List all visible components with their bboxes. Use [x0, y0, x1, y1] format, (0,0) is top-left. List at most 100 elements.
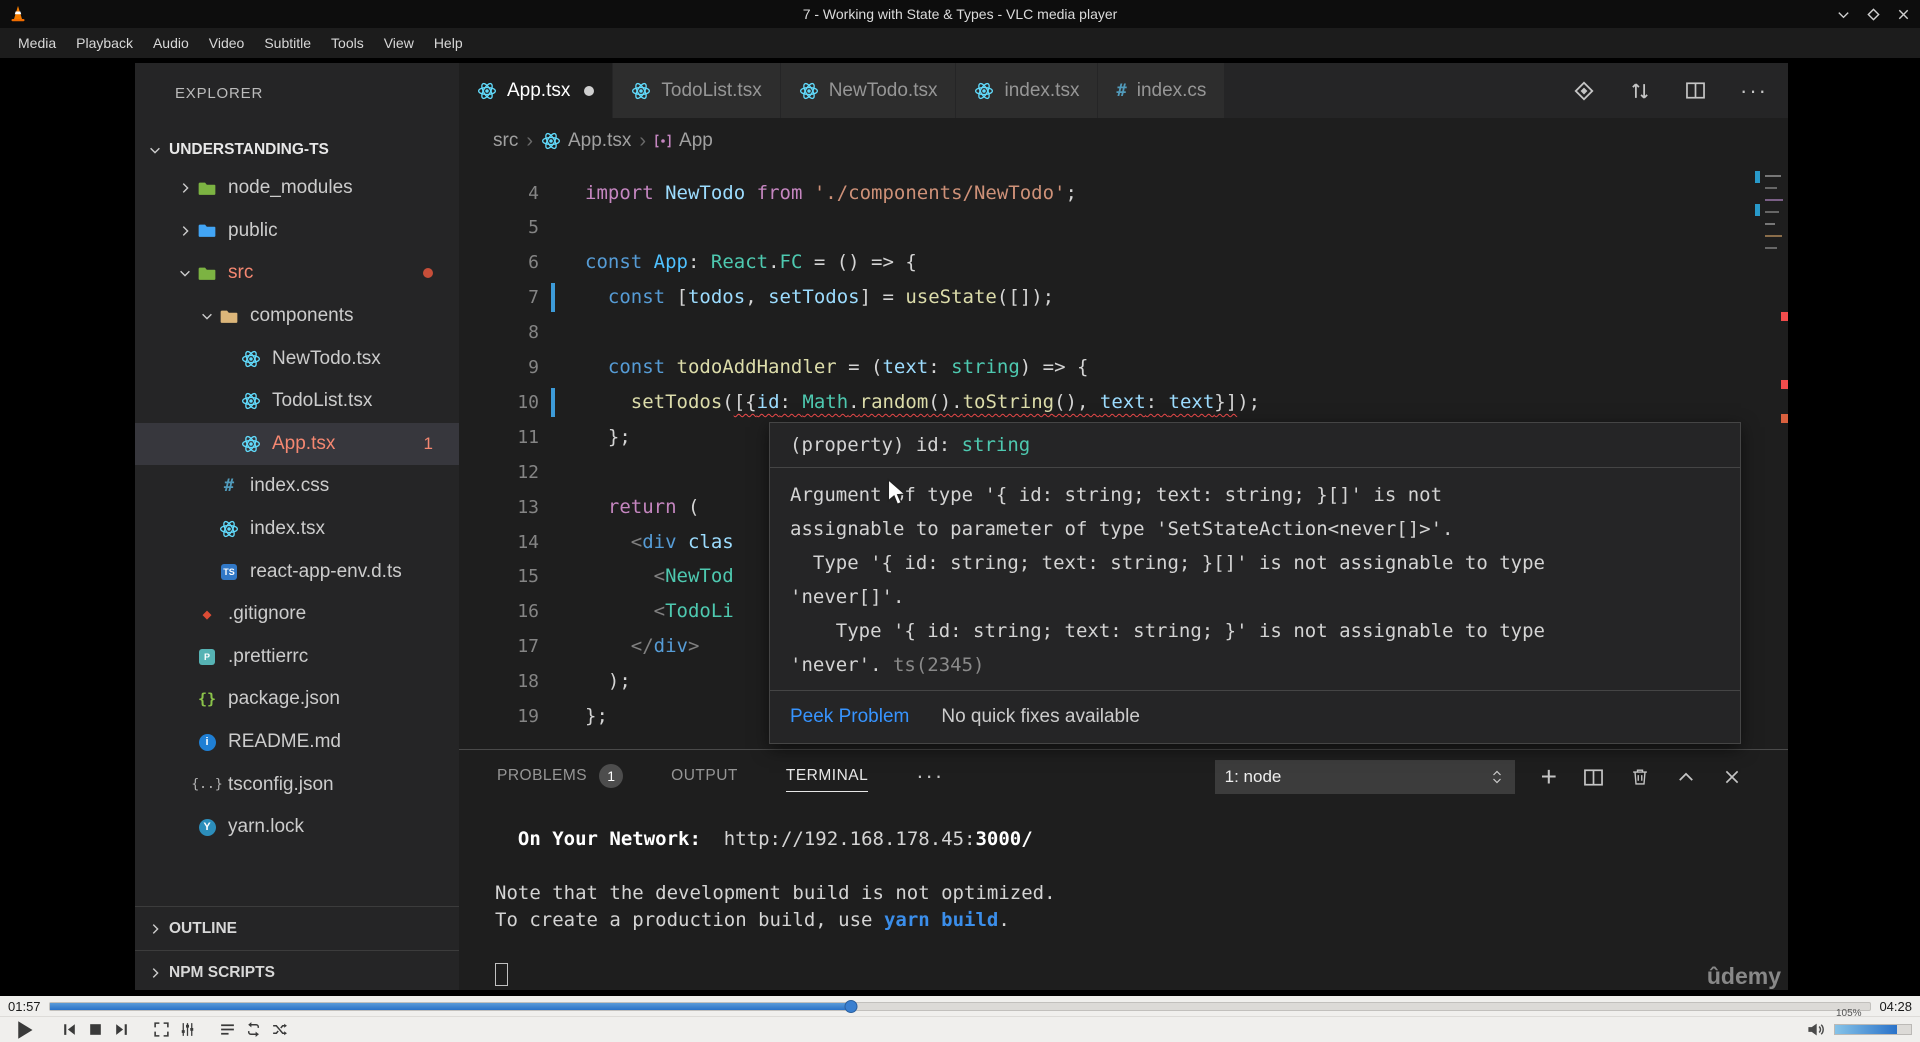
panel-tab-bar: PROBLEMS 1 OUTPUT TERMINAL ··· [497, 762, 944, 796]
tree-item-package-json[interactable]: {} package.json [135, 678, 459, 721]
tree-item-gitignore[interactable]: ◆ .gitignore [135, 593, 459, 636]
bottom-panel: PROBLEMS 1 OUTPUT TERMINAL ··· 1: node + On Y… [459, 749, 1788, 990]
tab-label: index.tsx [1004, 79, 1080, 101]
line-number: 14 [517, 531, 539, 553]
explorer-header: EXPLORER [175, 85, 264, 102]
line-number: 11 [517, 426, 539, 448]
elapsed-time: 01:57 [8, 998, 41, 1014]
peek-problem-link[interactable]: Peek Problem [790, 706, 909, 728]
line-number: 17 [517, 636, 539, 658]
tab-todolist-tsx[interactable]: TodoList.tsx [613, 63, 781, 118]
panel-tab-problems[interactable]: PROBLEMS 1 [497, 764, 624, 794]
tab-index-cs[interactable]: # index.cs [1098, 63, 1226, 118]
tree-item-app-tsx[interactable]: App.tsx 1 [135, 422, 459, 466]
tree-item-todolist-tsx[interactable]: TodoList.tsx [135, 380, 459, 423]
compare-changes-icon[interactable] [1629, 80, 1651, 102]
section-npm-scripts[interactable]: NPM SCRIPTS [135, 950, 459, 994]
seek-handle[interactable] [844, 999, 858, 1013]
npm-icon: {} [197, 690, 217, 709]
overview-error-mark [1781, 380, 1788, 389]
tree-item-tsconfig-json[interactable]: {..} tsconfig.json [135, 763, 459, 806]
play-button[interactable] [8, 1018, 42, 1042]
tree-item-public[interactable]: public [135, 210, 459, 253]
loop-button[interactable] [240, 1018, 266, 1042]
modified-dot [423, 268, 433, 279]
vlc-controls: 105% [0, 1008, 1920, 1042]
menu-view[interactable]: View [374, 31, 424, 55]
volume-control[interactable]: 105% [1802, 1008, 1912, 1042]
next-button[interactable] [108, 1018, 134, 1042]
info-icon: i [195, 732, 219, 752]
playlist-button[interactable] [214, 1018, 240, 1042]
breadcrumb-app-tsx[interactable]: App.tsx [541, 130, 631, 152]
stop-button[interactable] [82, 1018, 108, 1042]
panel-tab-output[interactable]: OUTPUT [671, 767, 738, 791]
open-changes-icon[interactable] [1573, 80, 1595, 102]
tree-item-node-modules[interactable]: node_modules [135, 167, 459, 210]
tree-item-prettierrc[interactable]: P .prettierrc [135, 636, 459, 679]
tree-item-index-tsx[interactable]: index.tsx [135, 508, 459, 551]
random-button[interactable] [266, 1018, 292, 1042]
fullscreen-button[interactable] [148, 1018, 174, 1042]
folder-icon [195, 263, 219, 283]
breadcrumb-app[interactable]: App [654, 130, 713, 152]
breadcrumb[interactable]: src › App.tsx › App [459, 118, 1788, 164]
split-terminal-icon[interactable] [1583, 767, 1604, 788]
maximize-panel-icon[interactable] [1676, 767, 1696, 787]
tab-newtodo-tsx[interactable]: NewTodo.tsx [780, 63, 957, 118]
tree-item-newtodo-tsx[interactable]: NewTodo.tsx [135, 337, 459, 380]
more-actions-icon[interactable]: ··· [1740, 78, 1768, 104]
code-line-7: 7 const [todos, setTodos] = useState([])… [459, 280, 1788, 315]
seek-progress [49, 1002, 851, 1010]
css-icon: # [223, 476, 235, 497]
tab-index-tsx[interactable]: index.tsx [956, 63, 1099, 118]
explorer-sidebar: EXPLORER UNDERSTANDING-TS node_modules pu… [135, 63, 459, 990]
code-line-5: 5 [459, 210, 1788, 245]
overview-error-mark [1781, 312, 1788, 321]
terminal-output[interactable]: On Your Network: http://192.168.178.45:3… [495, 826, 1778, 990]
code-line-4: 4 import NewTodo from './components/NewTo… [459, 176, 1788, 211]
tab-app-tsx[interactable]: App.tsx [459, 63, 614, 118]
split-editor-icon[interactable] [1685, 80, 1706, 101]
panel-more-icon[interactable]: ··· [916, 763, 944, 795]
menu-playback[interactable]: Playback [66, 31, 143, 55]
menu-video[interactable]: Video [199, 31, 255, 55]
section-outline[interactable]: OUTLINE [135, 906, 459, 950]
volume-slider[interactable] [1834, 1024, 1912, 1035]
panel-tab-terminal[interactable]: TERMINAL [785, 767, 869, 792]
menu-subtitle[interactable]: Subtitle [254, 31, 321, 55]
vlc-titlebar[interactable]: 7 - Working with State & Types - VLC med… [0, 0, 1920, 28]
window-close-button[interactable] [1894, 5, 1912, 23]
extended-settings-button[interactable] [174, 1018, 200, 1042]
video-area[interactable]: EXPLORER UNDERSTANDING-TS node_modules pu… [0, 58, 1920, 996]
modified-gutter-mark [551, 387, 555, 417]
mouse-cursor [887, 478, 907, 506]
root-folder-label: UNDERSTANDING-TS [169, 141, 329, 158]
menu-tools[interactable]: Tools [321, 31, 374, 55]
menu-media[interactable]: Media [8, 31, 66, 55]
react-icon [217, 519, 241, 539]
tree-item-yarn-lock[interactable]: Yyarn.lock [135, 806, 459, 849]
tree-item-src[interactable]: src [135, 252, 459, 295]
window-maximize-button[interactable] [1864, 5, 1882, 23]
explorer-root-folder[interactable]: UNDERSTANDING-TS [135, 135, 459, 165]
kill-terminal-icon[interactable] [1630, 767, 1650, 787]
tree-item-react-app-env-d-ts[interactable]: TS react-app-env.d.ts [135, 550, 459, 593]
minimap-line [1765, 223, 1775, 225]
close-panel-icon[interactable] [1722, 767, 1742, 787]
terminal-selector[interactable]: 1: node [1214, 760, 1515, 794]
problems-count-badge: 1 [599, 764, 624, 788]
speaker-icon[interactable] [1802, 1018, 1828, 1042]
previous-button[interactable] [56, 1018, 82, 1042]
seek-bar[interactable] [48, 999, 1872, 1013]
new-terminal-icon[interactable]: + [1541, 763, 1557, 791]
menu-help[interactable]: Help [424, 31, 473, 55]
tree-item-components[interactable]: components [135, 295, 459, 338]
window-minimize-button[interactable] [1834, 5, 1852, 23]
tree-item-readme-md[interactable]: i README.md [135, 721, 459, 764]
braces-icon: {..} [191, 777, 223, 793]
breadcrumb-src[interactable]: src [493, 130, 518, 152]
menu-audio[interactable]: Audio [143, 31, 199, 55]
tree-item-index-css[interactable]: # index.css [135, 465, 459, 508]
error-tooltip: (property) id: string Argument of type '… [769, 422, 1741, 744]
